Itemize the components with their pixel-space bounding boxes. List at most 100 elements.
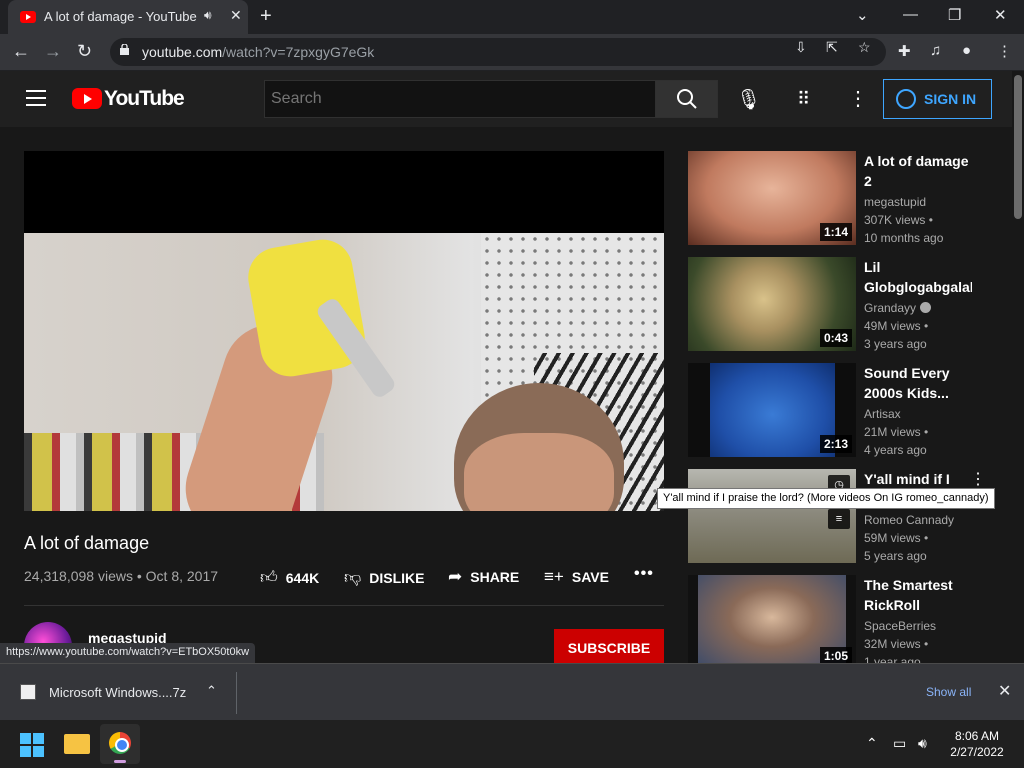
like-button[interactable]: 👍︎ 644K [260,567,319,588]
media-controls-icon[interactable]: ♫ [930,42,941,59]
active-indicator [114,760,126,763]
recommendation-channel[interactable]: Grandayy [864,301,932,315]
recommendation-item[interactable]: 2:13 Sound Every 2000s Kids... Artisax 2… [688,363,1008,459]
video-title: A lot of damage [24,533,150,553]
account-icon [896,89,916,109]
recommendation-item[interactable]: ◷ ≡ Y'all mind if I praise the lord? ⋮ R… [688,469,1008,565]
show-all-link[interactable]: Show all [926,685,971,699]
tab-strip: A lot of damage - YouTube 🔊︎ ✕ + ⌄ — ❐ ✕ [0,0,1024,34]
reload-icon[interactable]: ↻ [77,41,92,62]
recommendation-age: 4 years ago [864,443,927,457]
recommendation-views: 49M views • [864,319,929,333]
recommendation-channel[interactable]: Artisax [864,407,901,421]
search-input[interactable] [264,80,656,118]
youtube-page: YouTube 🎙︎ ⠿ ⋮ SIGN IN A lot of damage 2… [0,71,1024,663]
chrome-menu-icon[interactable]: ⋮ [997,42,1012,60]
thumbs-up-icon: 👍︎ [260,568,278,587]
recommendation-views: 32M views • [864,637,929,651]
recommendation-thumbnail[interactable]: 1:14 [688,151,856,245]
recommendation-thumbnail[interactable]: ◷ ≡ [688,469,856,563]
scrollbar[interactable] [1012,71,1024,663]
windows-start-icon[interactable] [20,733,44,757]
chevron-up-icon[interactable]: ⌃ [206,683,217,699]
subscribe-button[interactable]: SUBSCRIBE [554,629,664,663]
sign-in-button[interactable]: SIGN IN [883,79,992,119]
recommendation-thumbnail[interactable]: 2:13 [688,363,856,457]
tab-title: A lot of damage - YouTube [44,9,197,24]
forward-icon[interactable]: → [44,41,62,62]
recommendation-title[interactable]: A lot of damage 2 [864,151,972,191]
tray-chevron-icon[interactable]: ⌃ [866,735,878,752]
install-app-icon[interactable]: ⇩ [795,39,807,56]
window-close-icon[interactable]: ✕ [994,6,1007,24]
microphone-icon[interactable]: 🎙︎ [736,87,761,112]
recommendation-item[interactable]: 1:05 The Smartest RickRoll SpaceBerries … [688,575,1008,663]
recommendation-title[interactable]: The Smartest RickRoll [864,575,972,615]
recommendation-title[interactable]: Lil Globglogabgalab [864,257,972,297]
download-divider [236,672,237,714]
address-path: /watch?v=7zpxgyG7eGk [222,44,375,60]
duration-badge: 1:05 [819,647,852,663]
lock-icon [120,44,129,55]
scrollbar-thumb[interactable] [1014,75,1022,219]
recommendation-title[interactable]: Sound Every 2000s Kids... [864,363,972,403]
recommendation-age: 1 year ago [864,655,921,663]
extensions-icon[interactable]: ✚ [898,42,911,60]
action-menu-icon[interactable]: ⋮ [970,469,986,489]
recommendation-views: 21M views • [864,425,929,439]
chrome-icon [109,732,131,754]
dislike-label: DISLIKE [369,569,425,586]
more-actions-icon[interactable]: ••• [634,565,654,583]
recommendation-item[interactable]: 1:14 A lot of damage 2 megastupid 307K v… [688,151,1008,247]
masthead: YouTube 🎙︎ ⠿ ⋮ SIGN IN [0,71,1012,127]
verified-icon [920,302,932,313]
chrome-taskbar-button[interactable] [100,724,140,764]
profile-icon[interactable]: ● [962,42,971,59]
system-clock[interactable]: 8:06 AM 2/27/2022 [946,728,1008,760]
minimize-icon[interactable]: — [903,6,918,23]
video-player[interactable] [24,151,664,511]
file-explorer-icon[interactable] [64,734,90,754]
back-icon[interactable]: ← [12,41,30,62]
recommendation-age: 10 months ago [864,231,944,245]
more-options-icon[interactable]: ⋮ [848,86,868,111]
playlist-add-icon: ≡+ [544,567,564,586]
address-bar[interactable]: youtube.com/watch?v=7zpxgyG7eGk [110,38,886,66]
network-icon[interactable]: ▭ [893,735,906,752]
share-page-icon[interactable]: ⇱ [826,39,838,56]
restore-icon[interactable]: ❐ [948,6,961,24]
bookmark-star-icon[interactable]: ☆ [858,39,871,56]
recommendation-channel[interactable]: megastupid [864,195,926,209]
recommendation-thumbnail[interactable]: 0:43 [688,257,856,351]
apps-grid-icon[interactable]: ⠿ [797,89,810,110]
status-url: https://www.youtube.com/watch?v=ETbOX50t… [0,643,256,663]
recommendation-channel[interactable]: SpaceBerries [864,619,936,633]
recommendation-views: 59M views • [864,531,929,545]
search-button[interactable] [655,80,718,118]
new-tab-icon[interactable]: + [260,5,272,28]
close-download-bar-icon[interactable]: ✕ [998,681,1011,701]
tab-search-icon[interactable]: ⌄ [856,6,869,24]
search-icon [677,89,697,109]
close-tab-icon[interactable]: ✕ [230,7,242,24]
share-icon: ➦ [448,567,463,586]
recommendation-thumbnail[interactable]: 1:05 [688,575,856,663]
recommendation-age: 3 years ago [864,337,927,351]
duration-badge: 0:43 [819,329,852,347]
save-button[interactable]: ≡+ SAVE [544,567,609,587]
download-bar: Microsoft Windows....7z ⌃ Show all ✕ [0,663,1024,720]
download-file-name[interactable]: Microsoft Windows....7z [49,685,186,700]
add-to-queue-icon[interactable]: ≡ [828,509,850,529]
dislike-button[interactable]: 👎︎ DISLIKE [344,567,425,588]
share-button[interactable]: ➦ SHARE [448,567,519,587]
volume-icon[interactable]: 🔊︎ [918,735,927,752]
youtube-logo-icon[interactable] [72,88,102,109]
browser-tab[interactable]: A lot of damage - YouTube 🔊︎ ✕ [8,0,248,34]
duration-badge: 2:13 [819,435,852,453]
divider [24,605,664,606]
menu-icon[interactable] [26,90,46,106]
recommendation-channel[interactable]: Romeo Cannady [864,513,954,527]
recommendation-item[interactable]: 0:43 Lil Globglogabgalab Grandayy 49M vi… [688,257,1008,353]
youtube-wordmark[interactable]: YouTube [104,87,185,111]
speaker-icon[interactable]: 🔊︎ [204,8,212,23]
